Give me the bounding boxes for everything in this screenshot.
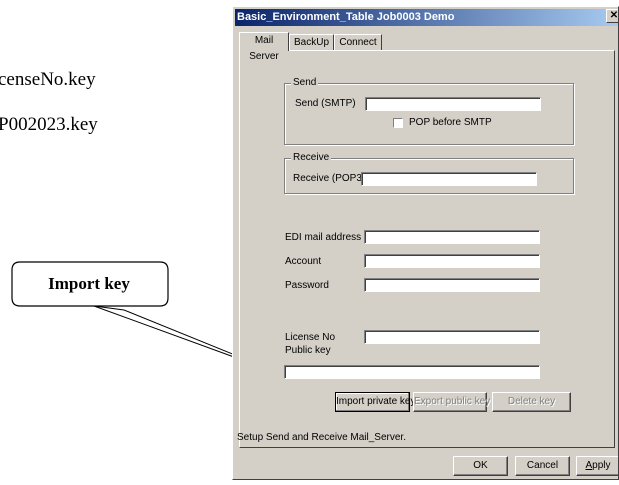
pop-before-smtp-label: POP before SMTP: [409, 117, 492, 128]
edi-mail-address-label: EDI mail address: [285, 232, 362, 243]
import-private-key-button[interactable]: Import private key: [335, 392, 415, 412]
send-group-label: Send: [291, 77, 319, 89]
account-input[interactable]: [364, 254, 540, 268]
password-label: Password: [285, 280, 329, 291]
callout-label: Import key: [48, 274, 130, 293]
send-group: Send Send (SMTP) POP before SMTP: [284, 77, 574, 145]
tab-connect[interactable]: Connect: [334, 34, 382, 50]
license-no-label: License No: [285, 332, 336, 343]
window-titlebar[interactable]: Basic_Environment_Table Job0003 Demo: [235, 9, 618, 26]
receive-pop3-label: Receive (POP3): [293, 173, 366, 184]
receive-group: Receive Receive (POP3): [284, 152, 574, 194]
document-text-line-1: censeNo.key: [0, 69, 96, 90]
tab-panel-mail-server: Send Send (SMTP) POP before SMTP Receive…: [237, 50, 615, 448]
public-key-input[interactable]: [284, 365, 540, 379]
receive-pop3-input[interactable]: [361, 172, 537, 186]
delete-key-button[interactable]: Delete key: [492, 392, 571, 412]
close-icon[interactable]: ✕: [606, 9, 618, 23]
callout-leader-left: [93, 305, 125, 311]
cancel-button[interactable]: Cancel: [515, 456, 570, 476]
pop-before-smtp-checkbox[interactable]: [393, 118, 403, 128]
ok-button[interactable]: OK: [453, 456, 508, 476]
receive-group-label: Receive: [291, 152, 332, 164]
dialog-window: Basic_Environment_Table Job0003 Demo ✕ M…: [232, 6, 619, 480]
apply-button[interactable]: Apply: [576, 456, 618, 476]
document-text-line-2: P002023.key: [0, 114, 98, 135]
window-title: Basic_Environment_Table Job0003 Demo: [237, 11, 455, 23]
send-smtp-label: Send (SMTP): [295, 98, 356, 109]
send-smtp-input[interactable]: [365, 97, 541, 111]
password-input[interactable]: [364, 278, 540, 292]
account-label: Account: [285, 256, 322, 267]
public-key-label: Public key: [285, 345, 331, 356]
status-text: Setup Send and Receive Mail_Server.: [237, 432, 406, 443]
license-no-input[interactable]: [364, 330, 540, 344]
edi-mail-address-input[interactable]: [364, 230, 540, 244]
tab-mail-server[interactable]: Mail Server: [239, 32, 289, 62]
export-public-key-button[interactable]: Export public key: [413, 392, 490, 412]
tab-backup[interactable]: BackUp: [289, 34, 334, 50]
